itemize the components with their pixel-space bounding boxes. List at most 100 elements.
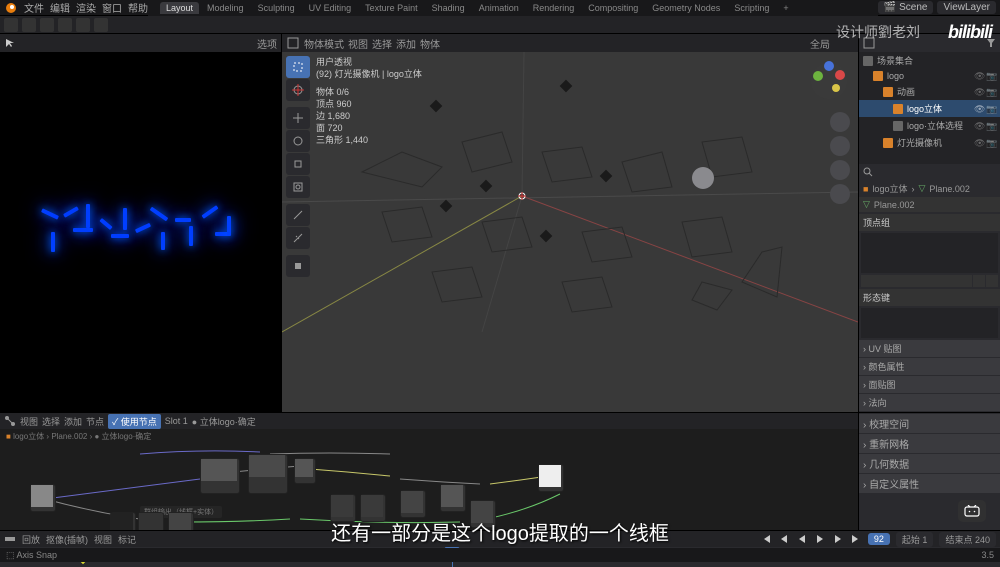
end-frame-field[interactable]: 结束点 240 [939,532,996,547]
snap-icon[interactable] [94,18,108,32]
scene-field[interactable]: 🎬 Scene [878,1,934,14]
nav-gizmo[interactable] [808,60,850,102]
play-reverse-icon[interactable] [796,533,808,545]
workspace-tab[interactable]: Animation [473,2,525,14]
assign-button[interactable] [861,275,972,287]
snap-icon[interactable] [22,18,36,32]
workspace-tab[interactable]: Layout [160,2,199,14]
timeline-menu[interactable]: 视图 [94,533,112,546]
workspace-tab[interactable]: UV Editing [303,2,358,14]
current-frame-field[interactable]: 92 [868,533,890,545]
outliner-item[interactable]: logo·立体选程 👁📷 [859,117,1000,134]
prop-panel[interactable]: › 法向 [859,394,1000,411]
workspace-tab[interactable]: Scripting [728,2,775,14]
node-menu[interactable]: 节点 [86,415,104,428]
viewport-menu[interactable]: 添加 [396,36,416,51]
remove-icon[interactable] [986,275,998,287]
workspace-tab[interactable]: Compositing [582,2,644,14]
workspace-tab[interactable]: Modeling [201,2,250,14]
node[interactable] [538,464,564,492]
outliner-item[interactable]: 灯光摄像机 👁📷 [859,134,1000,151]
outliner-item[interactable]: 动画 👁📷 [859,83,1000,100]
select-tool[interactable] [286,56,310,78]
prop-panel[interactable]: › 自定义属性 [859,474,1000,493]
rewind-start-icon[interactable] [760,533,772,545]
bilibili-button[interactable] [958,500,986,522]
node[interactable] [200,458,240,494]
measure-tool[interactable] [286,227,310,249]
outliner-scene-collection[interactable]: 场景集合 [859,52,1000,69]
pan-icon[interactable] [830,136,850,156]
node[interactable] [168,512,194,530]
workspace-add[interactable]: + [777,2,794,14]
timeline-menu[interactable]: 回放 [22,533,40,546]
render-viewport[interactable] [0,52,281,412]
workspace-tab[interactable]: Texture Paint [359,2,424,14]
add-icon[interactable] [973,275,985,287]
mode-dropdown[interactable]: 物体模式 [304,36,344,51]
menu-window[interactable]: 窗口 [102,0,122,15]
menu-render[interactable]: 渲染 [76,0,96,15]
datablock-name[interactable]: ▽ Plane.002 [859,197,1000,212]
viewport-menu[interactable]: 物体 [420,36,440,51]
snap-icon[interactable] [40,18,54,32]
slot-dropdown[interactable]: Slot 1 [165,416,188,426]
orientation-dropdown[interactable]: 全局 [810,36,830,51]
prop-panel[interactable]: › 几何数据 [859,454,1000,473]
timeline-menu[interactable]: 标记 [118,533,136,546]
editor-type-icon[interactable] [4,533,16,545]
options-dropdown[interactable]: 选项 [257,36,277,51]
rotate-tool[interactable] [286,130,310,152]
menu-help[interactable]: 帮助 [128,0,148,15]
menu-edit[interactable]: 编辑 [50,0,70,15]
node[interactable] [440,484,466,512]
timeline-menu[interactable]: 抠像(插帧) [46,533,88,546]
outliner-item[interactable]: logo立体 👁📷 [859,100,1000,117]
transform-tool[interactable] [286,176,310,198]
search-icon[interactable] [863,167,873,177]
node[interactable] [30,484,56,512]
start-frame-field[interactable]: 起始 1 [896,532,934,547]
snap-icon[interactable] [76,18,90,32]
menu-file[interactable]: 文件 [24,0,44,15]
node[interactable] [110,512,136,530]
prop-panel[interactable]: › 校理空间 [859,414,1000,433]
snap-icon[interactable] [4,18,18,32]
editor-type-icon[interactable] [286,36,300,50]
node-menu[interactable]: 视图 [20,415,38,428]
node[interactable] [400,490,426,518]
persp-icon[interactable] [830,184,850,204]
editor-type-icon[interactable] [4,415,16,427]
snap-icon[interactable] [58,18,72,32]
play-icon[interactable] [814,533,826,545]
workspace-tab[interactable]: Rendering [527,2,581,14]
node[interactable] [138,512,164,530]
workspace-tab[interactable]: Shading [426,2,471,14]
move-tool[interactable] [286,107,310,129]
3d-viewport[interactable]: 用户透视 (92) 灯光摄像机 | logo立体 物体 0/6 顶点 960 边… [282,52,858,412]
outliner-item[interactable]: logo 👁📷 [859,69,1000,83]
prop-panel[interactable]: › UV 贴图 [859,340,1000,357]
material-dropdown[interactable]: ● 立体logo·确定 [192,415,256,428]
prop-panel[interactable]: › 面贴图 [859,376,1000,393]
forward-end-icon[interactable] [850,533,862,545]
node-menu[interactable]: 添加 [64,415,82,428]
node[interactable] [248,454,288,494]
annotate-tool[interactable] [286,204,310,226]
viewport-menu[interactable]: 选择 [372,36,392,51]
camera-icon[interactable] [830,160,850,180]
section-header[interactable]: 顶点组 [859,214,1000,231]
viewport-menu[interactable]: 视图 [348,36,368,51]
workspace-tab[interactable]: Sculpting [252,2,301,14]
scale-tool[interactable] [286,153,310,175]
next-key-icon[interactable] [832,533,844,545]
node-menu[interactable]: 选择 [42,415,60,428]
prop-panel[interactable]: › 颜色属性 [859,358,1000,375]
workspace-tab[interactable]: Geometry Nodes [646,2,726,14]
node[interactable] [294,458,316,484]
prop-panel[interactable]: › 重新网格 [859,434,1000,453]
viewlayer-field[interactable]: ViewLayer [937,1,996,14]
prev-key-icon[interactable] [778,533,790,545]
cursor-tool[interactable] [286,79,310,101]
section-header[interactable]: 形态键 [859,289,1000,306]
